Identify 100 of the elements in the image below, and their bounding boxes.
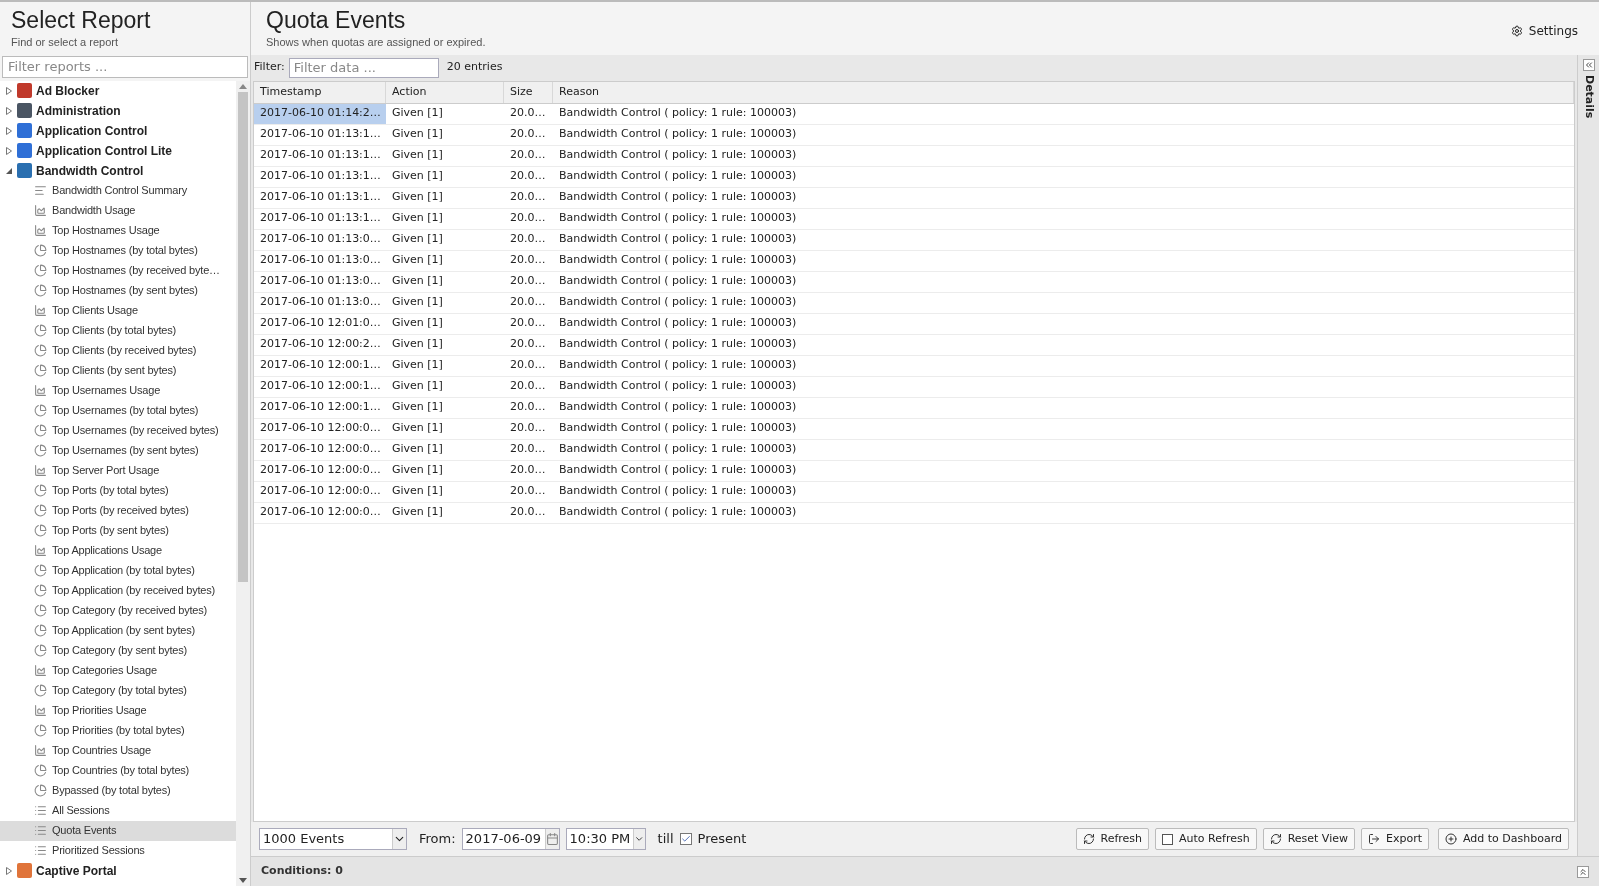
tree-item[interactable]: Top Hostnames (by sent bytes) <box>0 280 236 301</box>
pie-chart-icon <box>34 364 47 377</box>
tree-item[interactable]: Top Category (by sent bytes) <box>0 640 236 661</box>
search-field[interactable]: Filter reports ... <box>2 55 248 78</box>
scrollbar[interactable] <box>236 80 250 886</box>
table-cell-text: Given [1] <box>391 273 444 290</box>
tree-item[interactable]: Prioritized Sessions <box>0 840 236 861</box>
tree-item[interactable]: Top Ports (by received bytes) <box>0 500 236 521</box>
toolbar-button[interactable]: Export <box>1360 828 1429 850</box>
settings-button[interactable]: Settings <box>1510 22 1578 40</box>
pie-chart-icon <box>34 444 47 457</box>
tree-item[interactable]: Top Usernames (by sent bytes) <box>0 440 236 461</box>
tree-item[interactable]: Top Clients (by sent bytes) <box>0 360 236 381</box>
tree-item[interactable]: Top Application (by received bytes) <box>0 580 236 601</box>
toolbar-button[interactable]: Refresh <box>1075 828 1150 850</box>
tree-item[interactable]: Top Applications Usage <box>0 540 236 561</box>
scroll-down-icon[interactable] <box>239 878 247 883</box>
time-dropdown[interactable]: 10:30 PM <box>565 828 646 850</box>
area-chart-icon <box>34 544 47 557</box>
tree-item[interactable]: Top Categories Usage <box>0 660 236 681</box>
tree-category[interactable]: Captive Portal <box>0 860 236 881</box>
tree-item[interactable]: Top Priorities (by total bytes) <box>0 720 236 741</box>
table-cell-text: 20.0… <box>509 105 547 122</box>
expand-icon[interactable] <box>1577 865 1589 878</box>
tree-item[interactable]: Top Application (by total bytes) <box>0 560 236 581</box>
refresh-icon <box>1269 833 1282 845</box>
tree-item[interactable]: Quota Events <box>0 820 236 841</box>
table-cell-text: 2017-06-10 12:00:0… <box>259 462 382 479</box>
tree-item[interactable]: Top Server Port Usage <box>0 460 236 481</box>
tree-item[interactable]: Bandwidth Control Summary <box>0 180 236 201</box>
tree-item[interactable]: Top Usernames Usage <box>0 380 236 401</box>
table-cell-text: Bandwidth Control ( policy: 1 rule: 100003) <box>558 441 798 458</box>
column-header[interactable]: Action <box>386 81 504 103</box>
filter-field[interactable]: Filter data ... <box>288 57 439 78</box>
column-header[interactable]: Timestamp <box>254 81 386 103</box>
tree-category[interactable]: Ad Blocker <box>0 80 236 101</box>
tree-item[interactable]: Top Clients (by received bytes) <box>0 340 236 361</box>
tree-item[interactable]: Top Category (by total bytes) <box>0 680 236 701</box>
tree-item[interactable]: Top Priorities Usage <box>0 700 236 721</box>
table-cell-text: 20.0… <box>509 189 547 206</box>
tree-item[interactable]: All Sessions <box>0 800 236 821</box>
toolbar-button[interactable]: Auto Refresh <box>1155 828 1257 850</box>
pie-chart-icon <box>34 564 47 577</box>
collapsed-triangle-icon[interactable] <box>5 866 13 875</box>
tree-item[interactable]: Top Ports (by total bytes) <box>0 480 236 501</box>
tree-item[interactable]: Top Hostnames Usage <box>0 220 236 241</box>
panel-title: Select Report <box>11 6 152 34</box>
settings-icon <box>1510 25 1523 37</box>
calendar-icon[interactable] <box>544 829 559 849</box>
tree-item[interactable]: Top Hostnames (by received byte… <box>0 260 236 281</box>
collapsed-triangle-icon[interactable] <box>5 86 13 95</box>
tree-item[interactable]: Top Usernames (by total bytes) <box>0 400 236 421</box>
tree-item[interactable]: Top Ports (by sent bytes) <box>0 520 236 541</box>
tree-item[interactable]: Top Clients Usage <box>0 300 236 321</box>
filter-label: Filter: <box>254 59 285 76</box>
from-label: From: <box>419 830 456 849</box>
pie-chart-icon <box>34 284 47 297</box>
text-lines-icon <box>34 184 47 197</box>
date-field[interactable]: 2017-06-09 <box>461 828 560 850</box>
tree-item[interactable]: Bandwidth Usage <box>0 200 236 221</box>
toolbar-button[interactable]: Reset View <box>1262 828 1355 850</box>
tree-item[interactable]: Top Application (by sent bytes) <box>0 620 236 641</box>
export-icon <box>1367 833 1380 845</box>
tree-category[interactable]: Bandwidth Control <box>0 160 236 181</box>
table-cell-text: Given [1] <box>391 147 444 164</box>
tree-item[interactable]: Top Clients (by total bytes) <box>0 320 236 341</box>
collapsed-triangle-icon[interactable] <box>5 146 13 155</box>
checkbox[interactable] <box>1162 833 1174 845</box>
area-chart-icon <box>34 384 47 397</box>
table-cell-text: 2017-06-10 12:00:0… <box>259 441 382 458</box>
till-label: till <box>657 830 674 849</box>
column-header[interactable]: Size <box>504 81 553 103</box>
table-cell-text: Bandwidth Control ( policy: 1 rule: 100003) <box>558 399 798 416</box>
tree-item[interactable]: Top Category (by received bytes) <box>0 600 236 621</box>
tree-item[interactable]: Bypassed (by total bytes) <box>0 780 236 801</box>
toolbar-button[interactable]: Add to Dashboard <box>1438 828 1569 850</box>
table-cell-text: Given [1] <box>391 231 444 248</box>
tree-item[interactable]: Top Hostnames (by total bytes) <box>0 240 236 261</box>
present-checkbox[interactable] <box>679 833 692 845</box>
table-cell-text: 20.0… <box>509 294 547 311</box>
table-cell-text: Given [1] <box>391 168 444 185</box>
collapsed-triangle-icon[interactable] <box>5 106 13 115</box>
tree-item[interactable]: Top Countries Usage <box>0 740 236 761</box>
table-cell-text: 20.0… <box>509 126 547 143</box>
collapsed-triangle-icon[interactable] <box>5 126 13 135</box>
tree-item[interactable]: Top Countries (by total bytes) <box>0 760 236 781</box>
column-header[interactable]: Reason <box>553 81 1574 103</box>
event-limit-dropdown[interactable]: 1000 Events <box>259 828 407 850</box>
expanded-triangle-icon[interactable] <box>5 166 13 175</box>
list-icon <box>34 804 47 817</box>
tree-category[interactable]: Application Control <box>0 120 236 141</box>
table-cell-text: 20.0… <box>509 252 547 269</box>
tree-item[interactable]: Top Usernames (by received bytes) <box>0 420 236 441</box>
scroll-up-icon[interactable] <box>239 83 247 89</box>
pie-chart-icon <box>34 244 47 257</box>
chevron-down-icon[interactable] <box>392 829 406 849</box>
table-cell-text: 2017-06-10 01:13:0… <box>259 294 382 311</box>
tree-category[interactable]: Application Control Lite <box>0 140 236 161</box>
collapse-icon[interactable] <box>1582 58 1595 71</box>
tree-category[interactable]: Administration <box>0 100 236 121</box>
